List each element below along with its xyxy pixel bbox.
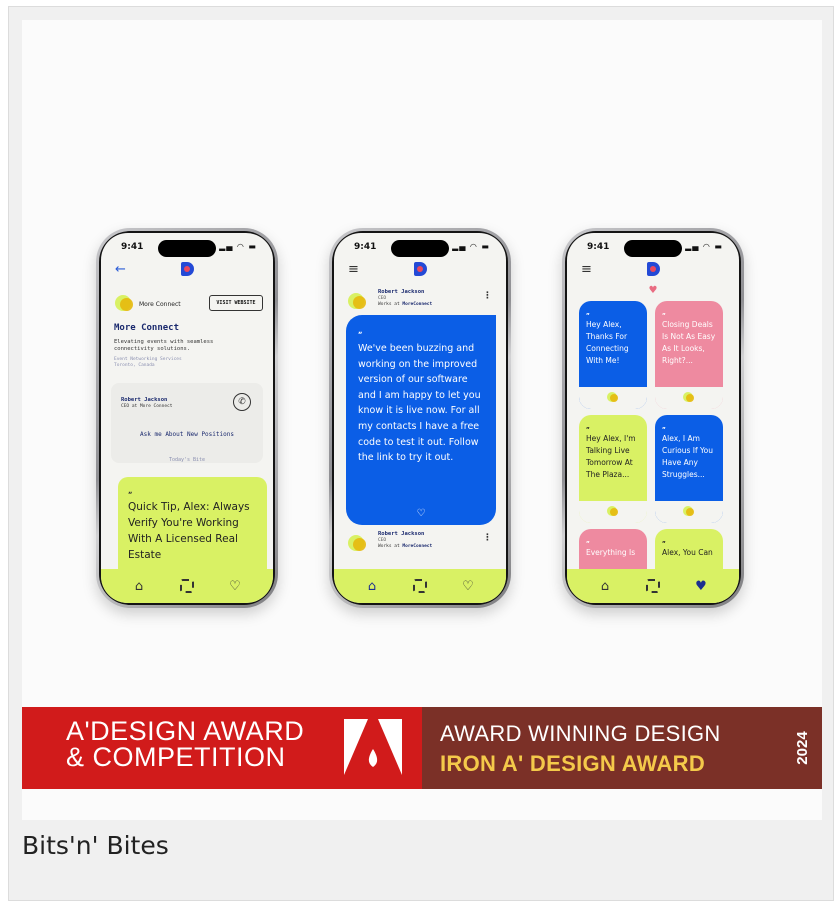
status-time: 9:41	[354, 242, 377, 252]
bite-text: Closing Deals Is Not As Easy As It Looks…	[662, 320, 716, 365]
poster-works-at: Works at MoreConnect	[378, 302, 433, 307]
status-icons: ▂▄ ◠ ▬	[685, 242, 723, 251]
phone-screen: 9:41 ▂▄ ◠ ▬ ≡ ♥ „ Hey Alex, Thanks For C…	[567, 233, 739, 603]
bottom-nav: ⌂ ♥	[567, 569, 739, 603]
bite-text: Alex, I Am Curious If You Have Any Strug…	[662, 434, 713, 479]
poster-role: CEO	[378, 538, 387, 543]
award-banner: A'DESIGN AWARD & COMPETITION AWARD WINNI…	[22, 707, 822, 789]
phone-screen: 9:41 ▂▄ ◠ ▬ ≡ Robert Jackson CEO Works a…	[334, 233, 506, 603]
poster-works-at: Works at MoreConnect	[378, 544, 433, 549]
author-avatar	[607, 506, 619, 518]
company-name-small: More Connect	[139, 301, 181, 308]
project-title[interactable]: Bits'n' Bites	[22, 831, 169, 860]
award-level: IRON A' DESIGN AWARD	[440, 751, 706, 776]
showcase-image: 9:41 ▂▄ ◠ ▬ ← More Connect VISIT WEBSITE…	[22, 20, 822, 820]
poster-role: CEO	[378, 296, 387, 301]
status-time: 9:41	[121, 242, 144, 252]
app-logo-icon	[647, 262, 660, 276]
bite-text: Hey Alex, I'm Talking Live Tomorrow At T…	[586, 434, 636, 479]
status-time: 9:41	[587, 242, 610, 252]
heart-icon[interactable]: ♡	[457, 579, 479, 594]
phone-screen: 9:41 ▂▄ ◠ ▬ ← More Connect VISIT WEBSITE…	[101, 233, 273, 603]
award-year: 2024	[793, 731, 811, 765]
status-icons: ▂▄ ◠ ▬	[219, 242, 257, 251]
qr-code-icon[interactable]	[176, 579, 198, 593]
author-avatar	[607, 392, 619, 404]
award-banner-right: AWARD WINNING DESIGN IRON A' DESIGN AWAR…	[422, 707, 822, 789]
post-text: We've been buzzing and working on the im…	[358, 343, 481, 464]
visit-website-button[interactable]: VISIT WEBSITE	[209, 295, 263, 311]
quote-mark: „	[586, 537, 590, 544]
quote-mark: „	[662, 423, 666, 430]
award-name: A'DESIGN AWARD	[66, 716, 305, 746]
bite-card[interactable]: „ Hey Alex, Thanks For Connecting With M…	[579, 301, 647, 409]
heart-icon[interactable]: ♡	[224, 579, 246, 594]
bite-text: Everything Is	[586, 548, 636, 557]
bite-text: Hey Alex, Thanks For Connecting With Me!	[586, 320, 629, 365]
heart-icon: ♥	[648, 285, 658, 296]
phone-icon[interactable]: ✆	[233, 393, 251, 411]
more-dots-icon[interactable]: ⋮	[483, 533, 492, 543]
qr-code-icon[interactable]	[642, 579, 664, 593]
quote-mark: „	[586, 309, 590, 316]
contact-name: Robert Jackson	[121, 397, 168, 403]
quote-mark: „	[586, 423, 590, 430]
todays-bite-label: Today's Bite	[168, 457, 206, 463]
company-meta: Event Networking Services Toronto, Canad…	[114, 357, 182, 369]
home-icon[interactable]: ⌂	[361, 579, 383, 594]
company-location: Toronto, Canada	[114, 363, 155, 368]
dynamic-island	[158, 240, 216, 257]
avatar	[348, 535, 366, 553]
phone-bites-grid: 9:41 ▂▄ ◠ ▬ ≡ ♥ „ Hey Alex, Thanks For C…	[562, 228, 744, 608]
post-header: Robert Jackson CEO Works at MoreConnect …	[348, 289, 492, 313]
author-avatar	[683, 392, 695, 404]
menu-icon[interactable]: ≡	[348, 262, 359, 277]
phone-feed: 9:41 ▂▄ ◠ ▬ ≡ Robert Jackson CEO Works a…	[329, 228, 511, 608]
bite-text: Quick Tip, Alex: Always Verify You're Wo…	[128, 501, 250, 561]
bottom-nav: ⌂ ♡	[334, 569, 506, 603]
a-design-logo-icon	[344, 719, 402, 775]
top-bar: ≡	[334, 259, 506, 281]
bite-text: Alex, You Can	[662, 548, 713, 557]
more-dots-icon[interactable]: ⋮	[483, 291, 492, 301]
award-banner-left: A'DESIGN AWARD & COMPETITION	[22, 707, 422, 789]
award-winning-label: AWARD WINNING DESIGN	[440, 721, 721, 746]
dynamic-island	[391, 240, 449, 257]
app-logo-icon	[181, 262, 194, 276]
phone-company-profile: 9:41 ▂▄ ◠ ▬ ← More Connect VISIT WEBSITE…	[96, 228, 278, 608]
app-logo-icon	[414, 262, 427, 276]
poster-name[interactable]: Robert Jackson	[378, 531, 424, 537]
avatar	[348, 293, 366, 311]
company-description: Elevating events with seamless connectiv…	[114, 339, 214, 352]
quote-mark: „	[358, 327, 363, 335]
quote-mark: „	[662, 309, 666, 316]
menu-icon[interactable]: ≡	[581, 262, 592, 277]
contact-role: CEO at More Connect	[121, 404, 173, 409]
bite-card[interactable]: „ Closing Deals Is Not As Easy As It Loo…	[655, 301, 723, 409]
top-bar: ←	[101, 259, 273, 281]
author-avatar	[683, 506, 695, 518]
bite-card[interactable]: „ Hey Alex, I'm Talking Live Tomorrow At…	[579, 415, 647, 523]
post-bubble[interactable]: „ We've been buzzing and working on the …	[346, 315, 496, 525]
post-header: Robert Jackson CEO Works at MoreConnect …	[348, 531, 492, 555]
quote-mark: „	[662, 537, 666, 544]
top-bar: ≡	[567, 259, 739, 281]
ask-about-link[interactable]: Ask me About New Positions	[111, 431, 263, 438]
contact-card: Robert Jackson CEO at More Connect ✆ Ask…	[111, 383, 263, 463]
heart-icon[interactable]: ♡	[346, 508, 496, 519]
company-title: More Connect	[114, 323, 180, 333]
award-competition: & COMPETITION	[66, 742, 286, 772]
dynamic-island	[624, 240, 682, 257]
bottom-nav: ⌂ ♡	[101, 569, 273, 603]
bite-card[interactable]: „ Alex, I Am Curious If You Have Any Str…	[655, 415, 723, 523]
quote-mark: „	[128, 487, 133, 495]
home-icon[interactable]: ⌂	[594, 579, 616, 594]
qr-code-icon[interactable]	[409, 579, 431, 593]
status-icons: ▂▄ ◠ ▬	[452, 242, 490, 251]
poster-name[interactable]: Robert Jackson	[378, 289, 424, 295]
home-icon[interactable]: ⌂	[128, 579, 150, 594]
back-arrow-icon[interactable]: ←	[115, 262, 126, 277]
heart-filled-icon[interactable]: ♥	[690, 579, 712, 594]
company-logo-icon	[115, 295, 135, 315]
